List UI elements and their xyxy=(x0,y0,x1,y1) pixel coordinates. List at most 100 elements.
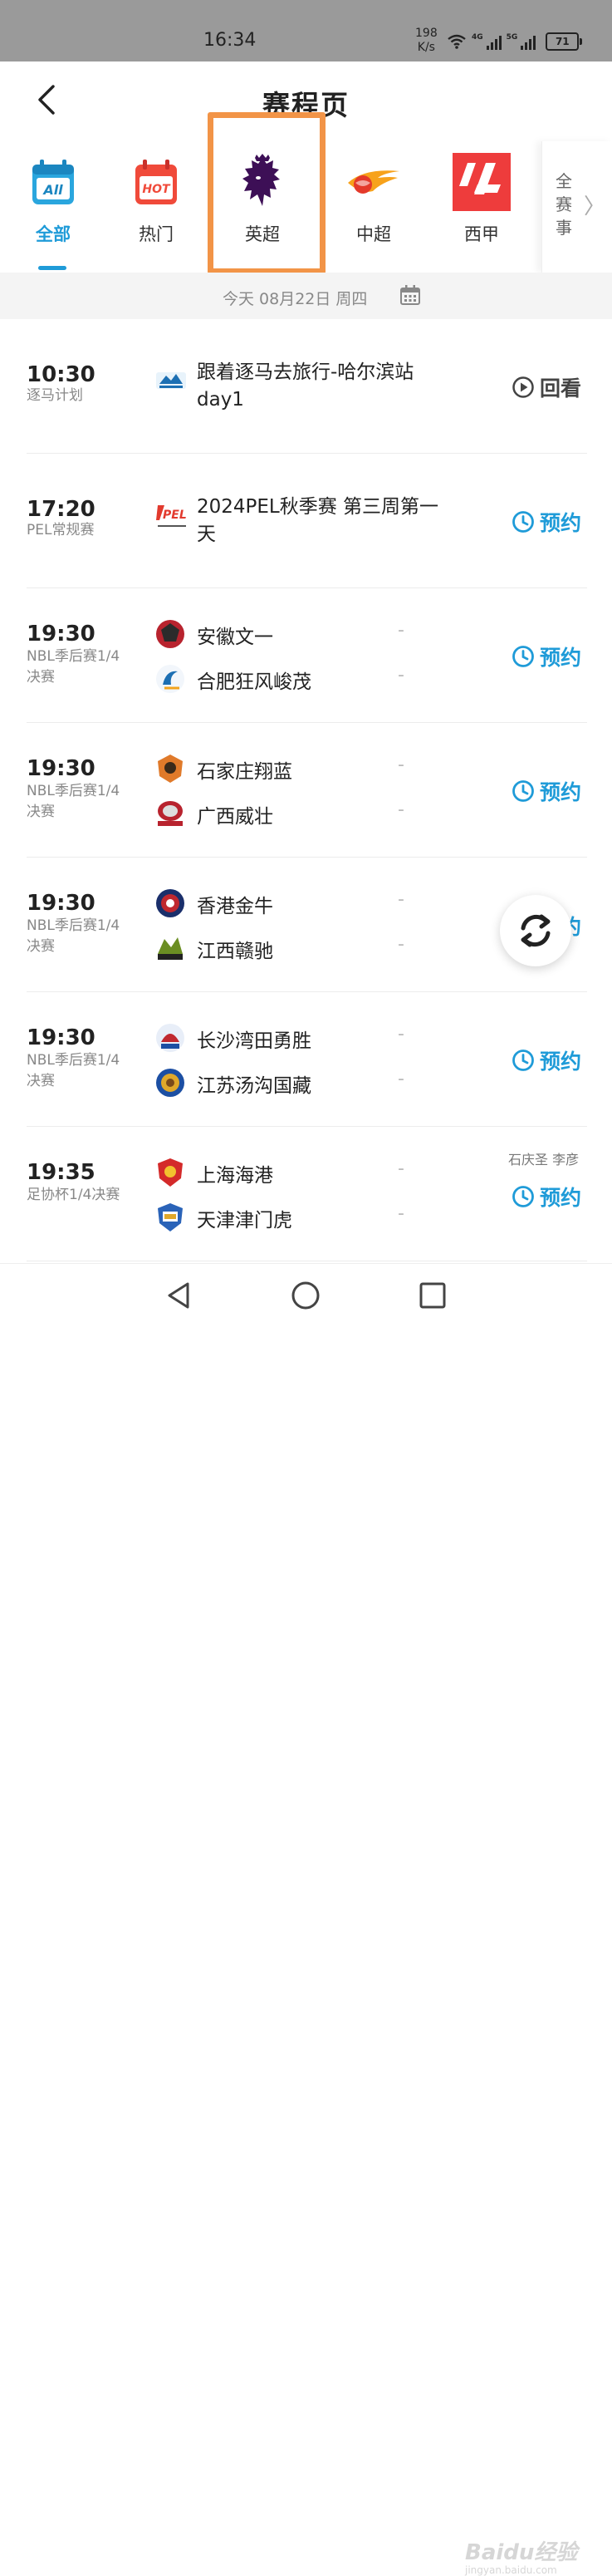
team-score: - xyxy=(398,799,404,820)
reserve-button[interactable]: 预约 xyxy=(512,507,581,537)
tab-label: 热门 xyxy=(139,224,174,244)
chevron-right-icon: 〉 xyxy=(584,194,606,219)
team-name: 香港金牛 xyxy=(197,896,273,917)
match-time: 19:30 xyxy=(27,756,95,781)
match-title: 跟着逐马去旅行-哈尔滨站day1 xyxy=(197,361,414,410)
tab-label: 西甲 xyxy=(464,224,499,244)
league-tabs: All 全部 HOT 热门 英超 中超 西甲 全赛事 〉 xyxy=(0,141,612,273)
home-team: 上海海港 - xyxy=(154,1155,428,1188)
team-logo xyxy=(156,1069,184,1097)
away-team: 合肥狂风峻茂 - xyxy=(154,661,428,695)
team-name: 上海海港 xyxy=(197,1165,273,1187)
team-score: - xyxy=(398,934,404,955)
match-subtitle: NBL季后赛1/4决赛 xyxy=(27,648,120,686)
away-team: 天津津门虎 - xyxy=(154,1200,428,1233)
team-logo xyxy=(156,1024,184,1052)
tab-label: 全部 xyxy=(36,224,71,244)
team-logo xyxy=(156,889,184,917)
match-time: 19:30 xyxy=(27,1025,95,1050)
team-name: 江苏汤沟国藏 xyxy=(197,1075,311,1097)
match-time: 19:35 xyxy=(27,1160,95,1185)
team-logo xyxy=(156,665,184,693)
match-row[interactable]: 19:30 NBL季后赛1/4决赛 安徽文一 - 合肥狂风峻茂 - 预约 xyxy=(0,588,612,723)
page-title: 赛程页 xyxy=(262,89,350,121)
tab-all[interactable]: All 全部 xyxy=(0,141,106,273)
away-team: 江西赣驰 - xyxy=(154,931,428,964)
tab-hot[interactable]: HOT 热门 xyxy=(103,141,209,273)
calendar-icon[interactable] xyxy=(399,284,421,306)
system-nav-bar: Baidu经验 jingyan.baidu.com xyxy=(0,1263,612,2576)
all-events-label: 全赛事 xyxy=(556,171,572,238)
reserve-button[interactable]: 预约 xyxy=(512,1045,581,1075)
match-row[interactable]: 19:30 NBL季后赛1/4决赛 石家庄翔蓝 - 广西威壮 - 预约 xyxy=(0,723,612,858)
team-name: 江西赣驰 xyxy=(197,941,273,962)
team-score: - xyxy=(398,620,404,641)
status-bar: 16:34 198 K/s 4G 5G 71 xyxy=(0,0,612,61)
hot-icon: HOT xyxy=(135,160,177,204)
team-logo xyxy=(158,1158,183,1187)
team-score: - xyxy=(398,1158,404,1179)
refresh-button[interactable] xyxy=(500,895,571,966)
match-time: 17:20 xyxy=(27,497,95,522)
tab-csl[interactable]: 中超 xyxy=(321,141,427,273)
reserve-label: 预约 xyxy=(540,646,582,670)
tab-laliga[interactable]: 西甲 xyxy=(428,141,535,273)
away-team: 广西威壮 - xyxy=(154,796,428,829)
signal-4g-icon: 4G xyxy=(472,33,502,50)
team-logo xyxy=(158,937,183,960)
match-time: 19:30 xyxy=(27,891,95,916)
premier-league-logo xyxy=(242,154,280,206)
app-header: 赛程页 xyxy=(0,61,612,142)
match-subtitle: NBL季后赛1/4决赛 xyxy=(27,783,120,820)
match-subtitle: NBL季后赛1/4决赛 xyxy=(27,1052,120,1089)
team-logo xyxy=(156,620,184,648)
match-time: 19:30 xyxy=(27,622,95,646)
home-team: 安徽文一 - xyxy=(154,617,428,650)
all-events-button[interactable]: 全赛事 〉 xyxy=(541,141,612,273)
home-team: 石家庄翔蓝 - xyxy=(154,751,428,784)
replay-button[interactable]: 回看 xyxy=(512,372,581,402)
status-time: 16:34 xyxy=(203,30,257,51)
event-logo xyxy=(156,372,186,389)
match-subtitle: PEL常规赛 xyxy=(27,522,95,538)
nav-back-icon[interactable] xyxy=(163,1279,196,1312)
nav-recents-icon[interactable] xyxy=(416,1279,449,1312)
match-row[interactable]: 19:30 NBL季后赛1/4决赛 长沙湾田勇胜 - 江苏汤沟国藏 - 预约 xyxy=(0,992,612,1127)
clock-icon xyxy=(512,646,534,667)
reserve-button[interactable]: 预约 xyxy=(512,1182,581,1212)
clock-icon xyxy=(512,780,534,802)
team-score: - xyxy=(398,889,404,910)
signal-5g-icon: 5G xyxy=(507,33,536,50)
refresh-icon xyxy=(521,914,551,947)
svg-text:All: All xyxy=(42,182,63,198)
csl-logo xyxy=(348,170,399,194)
team-score: - xyxy=(398,665,404,686)
team-score: - xyxy=(398,1024,404,1045)
match-row[interactable]: 19:35 足协杯1/4决赛 上海海港 - 天津津门虎 - 石庆圣 李彦 预约 xyxy=(0,1127,612,1261)
reserve-label: 预约 xyxy=(540,511,582,535)
match-subtitle: NBL季后赛1/4决赛 xyxy=(27,917,120,955)
replay-label: 回看 xyxy=(540,376,582,401)
team-logo xyxy=(158,1203,183,1231)
tab-label: 英超 xyxy=(245,224,280,244)
match-row[interactable]: 17:20 PEL常规赛 PEL 2024PEL秋季赛 第三周第一天 预约 xyxy=(0,454,612,588)
reserve-button[interactable]: 预约 xyxy=(512,776,581,806)
reserve-label: 预约 xyxy=(540,1050,582,1074)
clock-icon xyxy=(512,1186,534,1207)
active-tab-indicator xyxy=(38,266,66,270)
team-name: 天津津门虎 xyxy=(197,1210,292,1231)
play-circle-icon xyxy=(512,376,534,398)
clock-icon xyxy=(512,511,534,533)
team-score: - xyxy=(398,1069,404,1089)
tab-label: 中超 xyxy=(356,224,391,244)
svg-text:PEL: PEL xyxy=(163,509,187,522)
reserve-label: 预约 xyxy=(540,780,582,804)
match-subtitle: 足协杯1/4决赛 xyxy=(27,1187,120,1203)
all-icon: All xyxy=(32,160,74,204)
reserve-button[interactable]: 预约 xyxy=(512,642,581,671)
away-team: 江苏汤沟国藏 - xyxy=(154,1065,428,1099)
nav-home-icon[interactable] xyxy=(289,1279,322,1312)
match-row[interactable]: 10:30 逐马计划 跟着逐马去旅行-哈尔滨站day1 回看 xyxy=(0,319,612,454)
match-title: 2024PEL秋季赛 第三周第一天 xyxy=(197,496,439,545)
tab-premier-league[interactable]: 英超 xyxy=(209,141,316,273)
